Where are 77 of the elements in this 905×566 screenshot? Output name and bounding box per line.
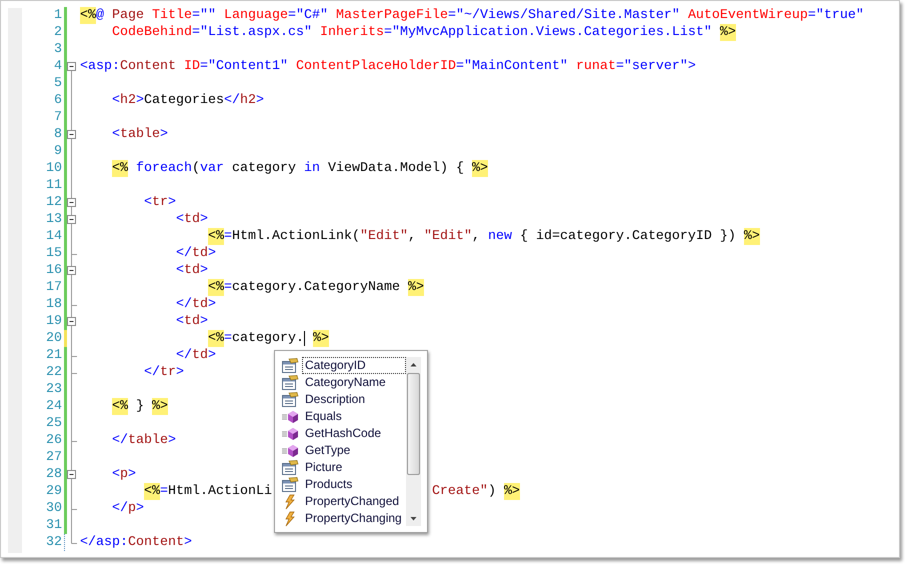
line-number: 18 bbox=[45, 296, 62, 313]
line-number: 4 bbox=[53, 58, 62, 75]
line-number: 21 bbox=[45, 347, 62, 364]
code-line: <% foreach(var category in ViewData.Model) { %> bbox=[111, 160, 488, 177]
line-number: 27 bbox=[45, 449, 62, 466]
code-line: </p> bbox=[110, 500, 144, 517]
code-line: <td> bbox=[174, 313, 208, 330]
line-number: 3 bbox=[53, 41, 62, 58]
collapse-icon[interactable] bbox=[67, 211, 77, 228]
table-icon bbox=[281, 374, 299, 390]
code-line: CodeBehind="List.aspx.cs" Inherits="MyMvcApplication.Views.Categories.List" %> bbox=[110, 24, 736, 41]
code-line: <%=Html.ActionLink("Edit", "Edit", new { id=category.CategoryID }) %> bbox=[207, 228, 760, 245]
line-number: 26 bbox=[45, 432, 62, 449]
cube-icon bbox=[281, 442, 299, 458]
code-line: <h2>Categories</h2> bbox=[110, 92, 264, 109]
completion-item[interactable]: Equals bbox=[281, 408, 406, 425]
code-line: <asp:Content ID="Content1" ContentPlaceHolderID="MainContent" runat="server"> bbox=[80, 58, 696, 75]
scroll-thumb[interactable] bbox=[407, 373, 420, 475]
completion-item[interactable]: GetType bbox=[281, 442, 406, 459]
code-line: </table> bbox=[110, 432, 176, 449]
line-number: 29 bbox=[45, 483, 62, 500]
line-number: 16 bbox=[45, 262, 62, 279]
collapse-icon[interactable] bbox=[67, 466, 77, 483]
line-number: 5 bbox=[53, 75, 62, 92]
line-number: 14 bbox=[45, 228, 62, 245]
code-line: <%=category.CategoryName %> bbox=[207, 279, 424, 296]
line-number: 1 bbox=[53, 7, 62, 24]
line-number: 12 bbox=[45, 194, 62, 211]
table-icon bbox=[281, 392, 299, 408]
code-line: </td> bbox=[174, 296, 216, 313]
line-number: 20 bbox=[45, 330, 62, 347]
table-icon bbox=[281, 358, 299, 374]
line-number: 25 bbox=[45, 415, 62, 432]
line-number: 22 bbox=[45, 364, 62, 381]
code-line: </asp:Content> bbox=[80, 534, 192, 551]
line-number: 2 bbox=[53, 24, 62, 41]
code-line: <table> bbox=[110, 126, 168, 143]
code-line: <tr> bbox=[142, 194, 176, 211]
line-number: 19 bbox=[45, 313, 62, 330]
table-icon bbox=[281, 460, 299, 476]
line-number: 17 bbox=[45, 279, 62, 296]
line-number: 8 bbox=[53, 126, 62, 143]
completion-item[interactable]: PropertyChanging bbox=[281, 510, 406, 527]
line-number: 31 bbox=[45, 517, 62, 534]
line-number: 23 bbox=[45, 381, 62, 398]
code-line: <%=category. %> bbox=[207, 330, 329, 347]
collapse-icon[interactable] bbox=[67, 194, 77, 211]
collapse-icon[interactable] bbox=[67, 262, 77, 279]
line-number: 32 bbox=[45, 534, 62, 551]
completion-item[interactable]: CategoryName bbox=[281, 374, 406, 391]
line-number: 30 bbox=[45, 500, 62, 517]
scrollbar[interactable] bbox=[406, 357, 421, 526]
cube-icon bbox=[281, 408, 299, 424]
line-number: 24 bbox=[45, 398, 62, 415]
completion-item[interactable]: Description bbox=[281, 391, 406, 408]
completion-item[interactable]: Picture bbox=[281, 459, 406, 476]
code-line: <% } %> bbox=[111, 398, 168, 415]
line-number: 13 bbox=[45, 211, 62, 228]
code-line: <%@ Page Title="" Language="C#" MasterPageFile="~/Views/Shared/Site.Master" AutoEventWireup="true" bbox=[80, 7, 864, 24]
code-line: <p> bbox=[110, 466, 136, 483]
code-line: </td> bbox=[174, 245, 216, 262]
table-icon bbox=[281, 476, 299, 492]
line-number: 15 bbox=[45, 245, 62, 262]
line-number: 9 bbox=[53, 143, 62, 160]
completion-item[interactable]: GetHashCode bbox=[281, 425, 406, 442]
code-line: </tr> bbox=[142, 364, 184, 381]
code-line: <td> bbox=[174, 211, 208, 228]
code-line: <td> bbox=[174, 262, 208, 279]
code-line: </td> bbox=[174, 347, 216, 364]
collapse-icon[interactable] bbox=[67, 126, 77, 143]
line-number: 28 bbox=[45, 466, 62, 483]
line-number: 11 bbox=[45, 177, 62, 194]
collapse-icon[interactable] bbox=[67, 313, 77, 330]
line-number: 10 bbox=[45, 160, 62, 177]
cube-icon bbox=[281, 426, 299, 442]
line-number: 6 bbox=[53, 92, 62, 109]
line-number: 7 bbox=[53, 109, 62, 126]
